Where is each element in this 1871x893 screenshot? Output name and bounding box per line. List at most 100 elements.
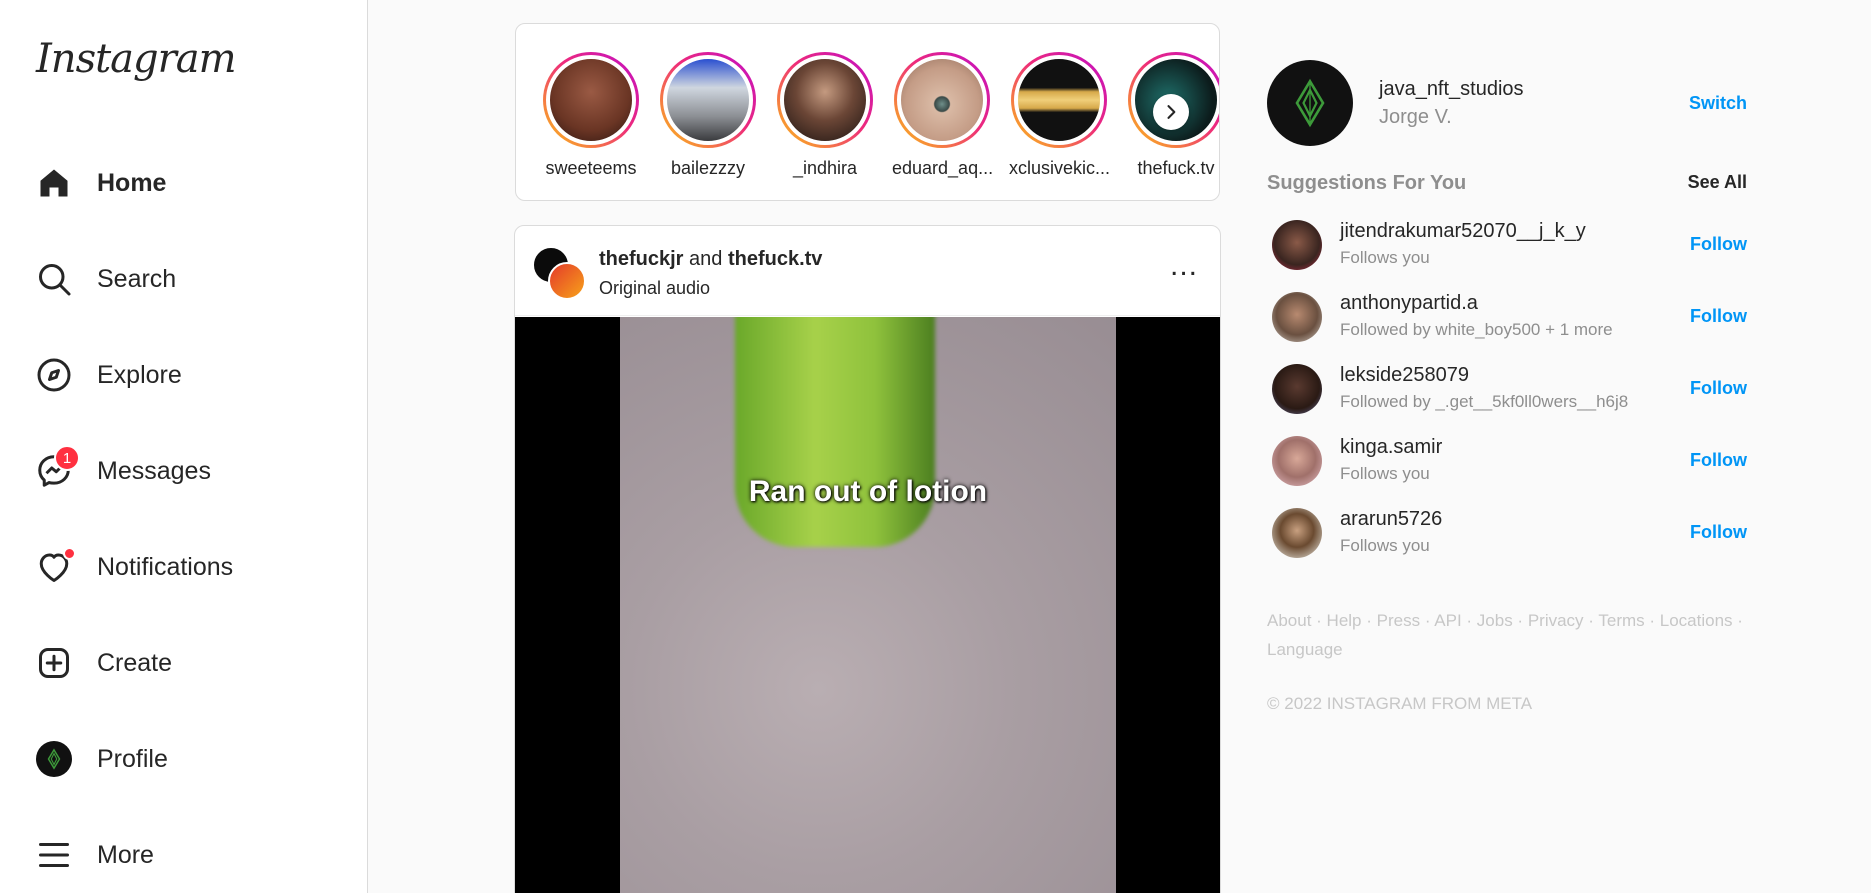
nav-explore[interactable]: Explore <box>36 347 336 403</box>
nav-messages[interactable]: 1 Messages <box>36 443 336 499</box>
current-username[interactable]: java_nft_studios <box>1379 78 1524 101</box>
suggestion-row: kinga.samir Follows you Follow <box>1272 436 1747 490</box>
nav-home[interactable]: Home <box>36 155 336 211</box>
follow-button[interactable]: Follow <box>1690 378 1747 399</box>
nav-profile-label: Profile <box>97 744 168 773</box>
story-username: sweeteems <box>545 158 637 178</box>
nav-search[interactable]: Search <box>36 251 336 307</box>
suggestion-username[interactable]: lekside258079 <box>1340 364 1469 387</box>
story-avatar <box>663 55 753 145</box>
nav-explore-label: Explore <box>97 360 182 389</box>
avatar[interactable] <box>1267 60 1353 146</box>
post-card: thefuckjr and thefuck.tv Original audio … <box>514 225 1221 893</box>
footer-link-about[interactable]: About <box>1267 611 1311 630</box>
suggestion-reason: Followed by white_boy500 + 1 more <box>1340 320 1613 339</box>
story-username: eduard_aq... <box>892 158 994 178</box>
post-author-joiner: and <box>689 248 723 270</box>
suggestion-row: anthonypartid.a Followed by white_boy500… <box>1272 292 1747 346</box>
compass-icon <box>36 357 72 393</box>
post-audio-link[interactable]: Original audio <box>599 278 710 299</box>
post-header: thefuckjr and thefuck.tv Original audio … <box>515 226 1220 316</box>
heart-icon <box>36 547 76 585</box>
story-avatar <box>780 55 870 145</box>
avatar[interactable] <box>1272 364 1322 414</box>
story-ring <box>894 52 990 148</box>
story-ring <box>777 52 873 148</box>
suggestion-row: jitendrakumar52070__j_k_y Follows you Fo… <box>1272 220 1747 274</box>
follow-button[interactable]: Follow <box>1690 522 1747 543</box>
footer-link-locations[interactable]: Locations <box>1660 611 1733 630</box>
footer-link-language[interactable]: Language <box>1267 640 1343 659</box>
copyright: © 2022 INSTAGRAM FROM META <box>1267 694 1533 713</box>
avatar <box>36 741 72 777</box>
nav-profile[interactable]: Profile <box>36 731 336 787</box>
suggestion-row: lekside258079 Followed by _.get__5kf0ll0… <box>1272 364 1747 418</box>
footer-link-api[interactable]: API <box>1434 611 1461 630</box>
avatar <box>548 262 586 300</box>
stories-next-button[interactable] <box>1153 94 1189 130</box>
story-username: thefuck.tv <box>1137 158 1215 178</box>
chevron-right-icon <box>1167 105 1176 119</box>
story-ring <box>660 52 756 148</box>
suggestions-header: Suggestions For You See All <box>1267 172 1747 195</box>
notification-dot <box>63 547 76 560</box>
current-user: java_nft_studios Jorge V. Switch <box>1267 60 1747 146</box>
video-caption: Ran out of lotion <box>748 475 988 508</box>
suggestion-reason: Followed by _.get__5kf0ll0wers__h6j8 <box>1340 392 1629 411</box>
sidebar: Instagram Home Search Explore 1 Messages… <box>0 0 368 893</box>
story-ring <box>1011 52 1107 148</box>
follow-button[interactable]: Follow <box>1690 306 1747 327</box>
nav-create[interactable]: Create <box>36 635 336 691</box>
follow-button[interactable]: Follow <box>1690 450 1747 471</box>
suggestion-row: ararun5726 Follows you Follow <box>1272 508 1747 562</box>
footer-link-terms[interactable]: Terms <box>1598 611 1644 630</box>
suggestion-username[interactable]: ararun5726 <box>1340 508 1442 531</box>
suggestion-reason: Follows you <box>1340 536 1430 555</box>
follow-button[interactable]: Follow <box>1690 234 1747 255</box>
nav-home-label: Home <box>97 168 167 197</box>
post-video[interactable]: Ran out of lotion <box>515 317 1220 893</box>
footer-link-privacy[interactable]: Privacy <box>1528 611 1584 630</box>
post-author-link[interactable]: thefuckjr <box>599 248 683 270</box>
story-item[interactable]: _indhira <box>775 52 875 179</box>
footer-links: About · Help · Press · API · Jobs · Priv… <box>1267 611 1743 659</box>
story-username: bailezzzy <box>670 158 746 178</box>
suggestions-title: Suggestions For You <box>1267 172 1467 194</box>
story-avatar <box>1014 55 1104 145</box>
footer-link-press[interactable]: Press <box>1377 611 1420 630</box>
avatar[interactable] <box>1272 508 1322 558</box>
nav-notifications-label: Notifications <box>97 552 234 581</box>
nav-notifications[interactable]: Notifications <box>36 539 336 595</box>
story-item[interactable]: sweeteems <box>541 52 641 179</box>
switch-button[interactable]: Switch <box>1689 93 1747 114</box>
nav-more[interactable]: More <box>36 827 336 883</box>
nav-search-label: Search <box>97 264 177 293</box>
video-content-image <box>735 317 935 547</box>
more-options-icon[interactable]: ... <box>1170 251 1198 281</box>
suggestion-reason: Follows you <box>1340 248 1430 267</box>
hamburger-icon <box>36 837 72 873</box>
suggestion-username[interactable]: jitendrakumar52070__j_k_y <box>1340 220 1586 243</box>
avatar[interactable] <box>1272 436 1322 486</box>
story-avatar <box>546 55 636 145</box>
story-item[interactable]: xclusivekic... <box>1009 52 1111 179</box>
post-author-link[interactable]: thefuck.tv <box>728 248 822 270</box>
suggestion-username[interactable]: anthonypartid.a <box>1340 292 1478 315</box>
post-avatars[interactable] <box>532 246 588 302</box>
avatar[interactable] <box>1272 292 1322 342</box>
footer-link-jobs[interactable]: Jobs <box>1477 611 1513 630</box>
suggestion-username[interactable]: kinga.samir <box>1340 436 1442 459</box>
video-frame: Ran out of lotion <box>620 317 1116 893</box>
story-avatar <box>897 55 987 145</box>
story-item[interactable]: eduard_aq... <box>892 52 994 179</box>
story-username: xclusivekic... <box>1009 158 1111 178</box>
avatar[interactable] <box>1272 220 1322 270</box>
story-item[interactable]: bailezzzy <box>658 52 758 179</box>
messenger-icon: 1 <box>36 445 80 489</box>
search-icon <box>36 261 72 297</box>
instagram-logo[interactable]: Instagram <box>36 36 237 82</box>
story-username: _indhira <box>792 158 858 178</box>
see-all-button[interactable]: See All <box>1688 172 1747 193</box>
messages-badge: 1 <box>54 445 80 471</box>
footer-link-help[interactable]: Help <box>1327 611 1362 630</box>
